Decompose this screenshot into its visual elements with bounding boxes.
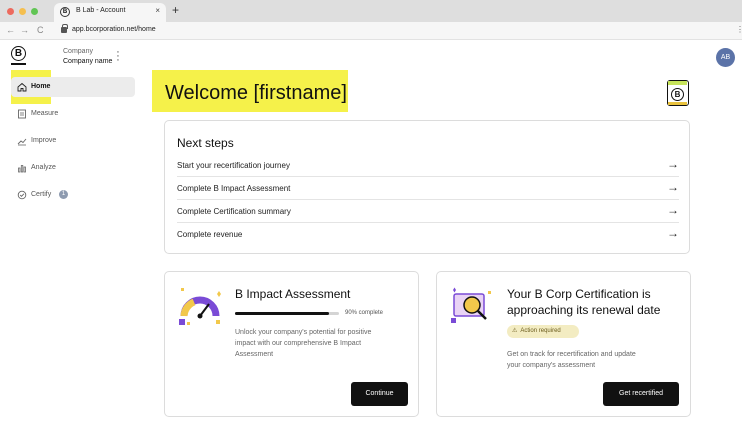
- certify-count-badge: 1: [59, 190, 68, 199]
- assessment-progress-text: 90% complete: [345, 310, 384, 316]
- certified-b-corp-icon: B: [667, 80, 689, 106]
- b-corp-logo[interactable]: B: [11, 46, 26, 61]
- company-label: Company: [63, 48, 93, 55]
- address-bar[interactable]: app.bcorporation.net/home: [54, 24, 734, 37]
- browser-menu-icon[interactable]: ⋮: [736, 25, 742, 34]
- badge-label: Action required: [520, 328, 561, 334]
- get-recertified-button[interactable]: Get recertified: [603, 382, 679, 406]
- action-required-badge: ⚠ Action required: [507, 325, 579, 338]
- arrow-right-icon[interactable]: →: [667, 226, 679, 240]
- renewal-card-title: Your B Corp Certification is approaching…: [507, 286, 660, 318]
- tab-title: B Lab - Account: [76, 7, 126, 14]
- page-title: Welcome [firstname]: [165, 82, 347, 104]
- sidebar-item-label: Measure: [31, 110, 59, 117]
- gauge-illustration-icon: [179, 288, 221, 325]
- company-menu-icon[interactable]: · · ·: [116, 47, 120, 66]
- next-steps-title: Next steps: [177, 136, 234, 150]
- sidebar-item-label: Certify: [31, 191, 52, 198]
- reload-icon[interactable]: C: [37, 25, 44, 35]
- description-line: your company's assessment: [507, 362, 596, 369]
- next-steps-card: Next steps Start your recertification jo…: [164, 120, 690, 254]
- renewal-card-description: Get on track for recertification and upd…: [507, 349, 636, 371]
- b-corp-logo-underline: [11, 63, 26, 65]
- window-minimize-dot[interactable]: [19, 8, 26, 15]
- lock-icon: [61, 24, 68, 33]
- sidebar-item-label: Improve: [31, 137, 57, 144]
- window-zoom-dot[interactable]: [31, 8, 38, 15]
- next-step-label: Start your recertification journey: [177, 161, 290, 170]
- impact-card-title: B Impact Assessment: [235, 287, 351, 301]
- bar-chart-icon: [18, 165, 26, 173]
- browser-tab[interactable]: B B Lab - Account ×: [54, 3, 166, 22]
- next-step-row[interactable]: Start your recertification journey →: [177, 154, 679, 177]
- cert-stripe: [668, 81, 687, 85]
- arrow-right-icon[interactable]: →: [667, 157, 679, 171]
- back-icon[interactable]: ←: [6, 25, 15, 35]
- title-line: approaching its renewal date: [507, 303, 661, 317]
- assessment-progress-fill: [235, 312, 329, 315]
- description-line: Assessment: [235, 351, 274, 358]
- next-step-label: Complete revenue: [177, 230, 243, 239]
- next-step-row[interactable]: Complete revenue →: [177, 223, 679, 246]
- avatar[interactable]: AB: [716, 48, 735, 67]
- sidebar-item-measure[interactable]: Measure: [11, 104, 135, 124]
- next-step-row[interactable]: Complete Certification summary →: [177, 200, 679, 223]
- title-line: Your B Corp Certification is: [507, 287, 651, 301]
- assessment-progress-bar: [235, 312, 339, 315]
- cert-b-mark: B: [671, 88, 684, 101]
- url-text: app.bcorporation.net/home: [72, 26, 156, 33]
- window-close-dot[interactable]: [7, 8, 14, 15]
- browser-tab-bar: B B Lab - Account × +: [0, 0, 742, 22]
- home-icon: [17, 82, 27, 92]
- description-line: Unlock your company's potential for posi…: [235, 329, 372, 336]
- sidebar-item-certify[interactable]: Certify 1: [11, 185, 135, 205]
- description-line: Get on track for recertification and upd…: [507, 351, 636, 358]
- forward-icon[interactable]: →: [20, 25, 29, 35]
- sidebar-item-home[interactable]: Home: [11, 77, 135, 97]
- browser-toolbar: ← → C app.bcorporation.net/home ⋮: [0, 22, 742, 40]
- sidebar-item-analyze[interactable]: Analyze: [11, 158, 135, 178]
- b-lab-favicon-icon: B: [60, 7, 70, 17]
- next-step-label: Complete Certification summary: [177, 207, 291, 216]
- arrow-right-icon[interactable]: →: [667, 180, 679, 194]
- impact-assessment-card: B Impact Assessment 90% complete Unlock …: [164, 271, 419, 417]
- next-step-label: Complete B Impact Assessment: [177, 184, 291, 193]
- company-name: Company name: [63, 58, 113, 65]
- description-line: impact with our comprehensive B Impact: [235, 340, 362, 347]
- sidebar-item-label: Analyze: [31, 164, 56, 171]
- continue-button[interactable]: Continue: [351, 382, 408, 406]
- impact-card-description: Unlock your company's potential for posi…: [235, 327, 371, 360]
- check-circle-icon: [17, 190, 27, 200]
- next-step-row[interactable]: Complete B Impact Assessment →: [177, 177, 679, 200]
- clipboard-icon: [18, 109, 26, 119]
- trend-icon: [17, 138, 27, 146]
- arrow-right-icon[interactable]: →: [667, 203, 679, 217]
- warning-icon: ⚠: [512, 328, 518, 334]
- new-tab-icon[interactable]: +: [172, 3, 179, 17]
- tab-close-icon[interactable]: ×: [155, 6, 160, 15]
- certification-renewal-card: Your B Corp Certification is approaching…: [436, 271, 691, 417]
- cert-stripe: [668, 102, 687, 105]
- sidebar-item-label: Home: [31, 83, 51, 90]
- certificate-search-illustration-icon: [451, 287, 491, 323]
- sidebar-item-improve[interactable]: Improve: [11, 131, 135, 151]
